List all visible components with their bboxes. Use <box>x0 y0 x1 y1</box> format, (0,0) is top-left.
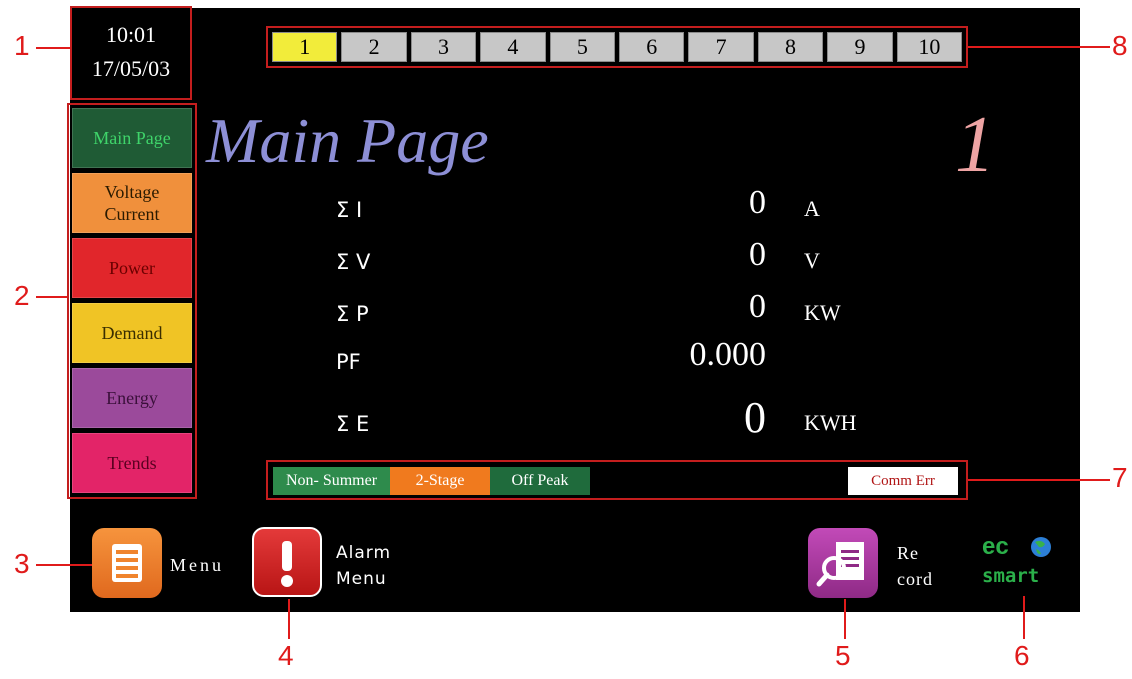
callout-2-line <box>36 296 67 298</box>
tab-8[interactable]: 8 <box>757 32 824 62</box>
callout-8-line <box>968 46 1110 48</box>
callout-3-line <box>36 564 92 566</box>
reading-label: Σ E <box>336 412 370 436</box>
reading-pf: PF 0.000 <box>0 336 1132 380</box>
reading-unit: KWH <box>804 410 857 435</box>
alarm-menu-label[interactable]: Alarm Menu <box>336 540 391 592</box>
svg-text:ec: ec <box>982 534 1009 560</box>
reading-label: Σ I <box>336 198 363 222</box>
menu-label[interactable]: Menu <box>170 552 224 578</box>
callout-3: 3 <box>14 548 30 579</box>
nav-main-page[interactable]: Main Page <box>72 108 192 168</box>
callout-1-line <box>36 47 70 49</box>
callout-7: 7 <box>1112 462 1128 493</box>
status-bar: Non- Summer 2-Stage Off Peak Comm Err <box>266 460 968 500</box>
reading-value: 0 <box>749 288 766 325</box>
tab-3[interactable]: 3 <box>410 32 477 62</box>
status-period: Off Peak <box>490 467 590 495</box>
alarm-menu-button[interactable] <box>252 527 322 597</box>
document-search-icon <box>816 542 864 587</box>
record-label[interactable]: Re cord <box>897 540 933 592</box>
status-comm: Comm Err <box>848 467 958 495</box>
tab-9[interactable]: 9 <box>827 32 893 62</box>
nav-label: Main Page <box>93 128 171 148</box>
reading-label: PF <box>336 350 361 374</box>
reading-value: 0 <box>749 184 766 221</box>
clock-date: 17/05/03 <box>91 56 171 81</box>
list-icon <box>112 544 142 582</box>
status-season: Non- Summer <box>273 467 390 495</box>
reading-voltage: Σ V 0 V <box>0 236 1132 280</box>
nav-trends[interactable]: Trends <box>72 433 192 493</box>
eco-smart-logo: ec smart <box>978 533 1062 594</box>
status-stage: 2-Stage <box>390 467 490 495</box>
page-number: 1 <box>955 101 995 189</box>
tab-6[interactable]: 6 <box>619 32 685 62</box>
tab-4[interactable]: 4 <box>480 32 546 62</box>
reading-label: Σ V <box>336 250 371 274</box>
callout-4-line <box>288 599 290 639</box>
page-tabs: 1 2 3 4 5 6 7 8 9 10 <box>266 26 968 68</box>
reading-label: Σ P <box>336 302 369 326</box>
page-title: Main Page <box>206 105 489 176</box>
svg-text:smart: smart <box>982 565 1039 587</box>
reading-value: 0.000 <box>689 336 767 373</box>
nav-label: Trends <box>107 453 157 473</box>
callout-5: 5 <box>835 640 851 671</box>
record-line2: cord <box>897 569 933 589</box>
reading-value: 0 <box>744 393 766 442</box>
callout-6-line <box>1023 596 1025 639</box>
alarm-line1: Alarm <box>336 543 392 563</box>
tab-2[interactable]: 2 <box>341 32 407 62</box>
tab-10[interactable]: 10 <box>896 32 963 62</box>
reading-unit: V <box>804 248 820 273</box>
callout-2: 2 <box>14 280 30 311</box>
menu-button[interactable] <box>92 528 162 598</box>
clock: 10:01 17/05/03 <box>70 6 192 100</box>
record-button[interactable] <box>808 528 878 598</box>
tab-1[interactable]: 1 <box>272 32 338 62</box>
callout-8: 8 <box>1112 30 1128 61</box>
record-line1: Re <box>897 543 919 563</box>
callout-6: 6 <box>1014 640 1030 671</box>
alarm-line2: Menu <box>336 569 387 589</box>
callout-5-line <box>844 599 846 639</box>
reading-current: Σ I 0 A <box>0 184 1132 228</box>
callout-1: 1 <box>14 30 30 61</box>
reading-power: Σ P 0 KW <box>0 288 1132 332</box>
reading-unit: KW <box>804 300 841 325</box>
reading-unit: A <box>804 196 820 221</box>
reading-energy: Σ E 0 KWH <box>0 393 1132 442</box>
callout-4: 4 <box>278 640 294 671</box>
tab-7[interactable]: 7 <box>688 32 754 62</box>
reading-value: 0 <box>749 236 766 273</box>
alert-icon <box>281 541 293 587</box>
eco-smart-logo-icon: ec smart <box>982 533 1051 587</box>
callout-7-line <box>968 479 1110 481</box>
clock-time: 10:01 <box>105 22 157 47</box>
tab-5[interactable]: 5 <box>549 32 616 62</box>
